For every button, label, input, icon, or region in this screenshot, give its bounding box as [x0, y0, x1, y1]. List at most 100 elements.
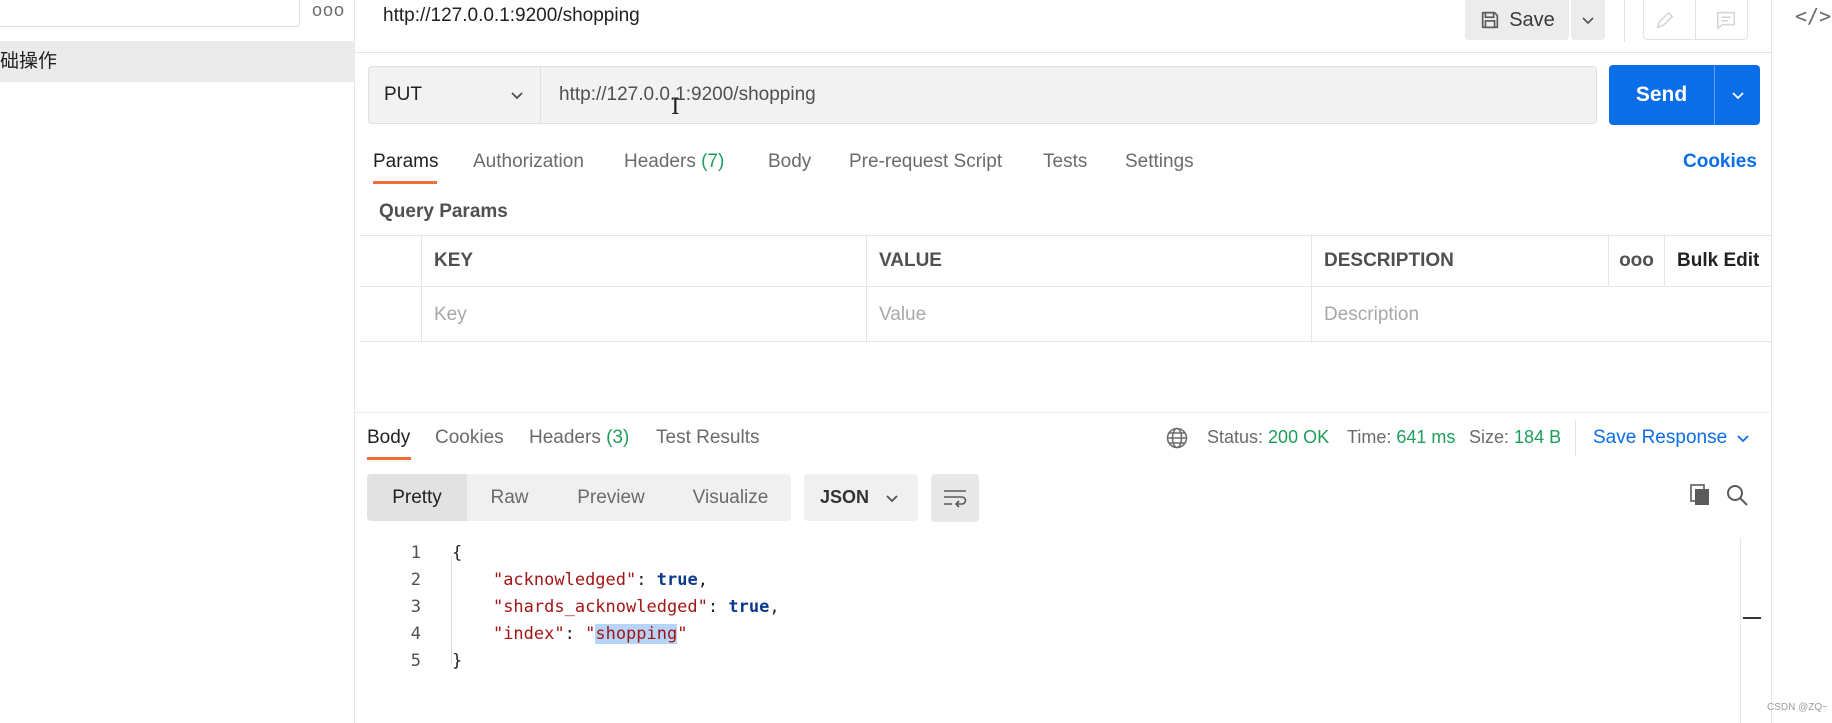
table-checkbox-column: [360, 236, 422, 286]
tab-count: (7): [701, 151, 725, 172]
tab-tests[interactable]: Tests: [1043, 151, 1087, 173]
right-rail: [1771, 0, 1832, 723]
send-button[interactable]: Send: [1609, 65, 1760, 125]
query-params-title: Query Params: [379, 201, 508, 222]
row-checkbox[interactable]: [360, 287, 422, 343]
tab-label: Tests: [1043, 151, 1088, 172]
code-text: "index": "shopping": [492, 624, 688, 644]
status-label: Status:: [1207, 427, 1264, 447]
params-table: KEY VALUE DESCRIPTION ooo Bulk Edit Key …: [360, 235, 1771, 343]
sidebar-item-label: 础操作: [0, 51, 58, 72]
meta-divider: [1575, 420, 1576, 456]
bulk-edit-button[interactable]: Bulk Edit: [1665, 236, 1771, 286]
time-readout: Time: 641 ms: [1347, 427, 1455, 448]
watermark: CSDN @ZQ~: [1767, 702, 1828, 713]
resp-tab-cookies[interactable]: Cookies: [435, 427, 504, 449]
code-text: }: [452, 648, 462, 675]
scrollbar-thumb[interactable]: [1743, 617, 1761, 619]
description-input[interactable]: Description: [1312, 287, 1771, 343]
sidebar-search-input[interactable]: [0, 0, 300, 27]
quote: ": [585, 624, 596, 644]
active-tab-indicator: [373, 181, 437, 184]
json-value: true: [728, 597, 770, 617]
text-cursor-icon: I: [671, 95, 680, 120]
chevron-down-icon: [1737, 435, 1749, 443]
globe-icon[interactable]: [1165, 426, 1189, 450]
size-label: Size:: [1469, 427, 1510, 447]
resp-tab-body[interactable]: Body: [367, 427, 410, 449]
json-value-selected: shopping: [595, 624, 678, 644]
save-response-button[interactable]: Save Response: [1593, 427, 1751, 449]
status-readout: Status: 200 OK: [1207, 427, 1329, 448]
code-text: {: [452, 540, 462, 567]
value-input[interactable]: Value: [867, 287, 1312, 343]
resp-tab-headers[interactable]: Headers (3): [529, 427, 629, 449]
size-value: 184 B: [1514, 427, 1562, 447]
request-edit-toolbar: [1643, 0, 1748, 40]
quote: ": [677, 624, 688, 644]
chevron-down-icon: [886, 494, 898, 502]
tab-pre-request-script[interactable]: Pre-request Script: [849, 151, 1002, 173]
tab-params[interactable]: Params: [373, 151, 438, 173]
header-divider: [1624, 0, 1625, 42]
table-row: Key Value Description: [360, 286, 1771, 343]
chevron-down-icon: [1731, 92, 1744, 100]
code-line: 3 "shards_acknowledged": true,: [355, 594, 1740, 621]
tab-settings[interactable]: Settings: [1125, 151, 1194, 173]
json-key: "acknowledged": [492, 570, 637, 590]
tab-label: Params: [373, 151, 439, 172]
save-button[interactable]: Save: [1465, 0, 1569, 40]
save-dropdown-button[interactable]: [1571, 0, 1605, 40]
request-title: http://127.0.0.1:9200/shopping: [383, 5, 640, 26]
url-input[interactable]: http://127.0.0.1:9200/shopping: [541, 66, 1597, 124]
copy-icon[interactable]: [1688, 483, 1712, 507]
chevron-down-icon: [1582, 17, 1594, 25]
language-select[interactable]: JSON: [804, 474, 918, 521]
method-select[interactable]: PUT: [368, 66, 541, 124]
response-divider: [355, 412, 1771, 413]
format-visualize[interactable]: Visualize: [670, 474, 791, 521]
resp-tab-test-results[interactable]: Test Results: [656, 427, 759, 449]
code-scrollbar[interactable]: [1740, 538, 1762, 723]
tab-label: Authorization: [473, 151, 584, 172]
column-header-description: DESCRIPTION: [1312, 236, 1609, 286]
line-number: 5: [410, 651, 421, 671]
search-icon[interactable]: [1725, 483, 1749, 507]
table-more-icon[interactable]: ooo: [1609, 236, 1665, 286]
pencil-icon[interactable]: [1654, 9, 1676, 31]
sidebar: ooo 础操作: [0, 0, 355, 723]
tab-body[interactable]: Body: [768, 151, 811, 173]
time-value: 641 ms: [1396, 427, 1456, 447]
code-line: 4 "index": "shopping": [355, 621, 1740, 648]
code-text: "acknowledged": true,: [492, 570, 708, 590]
json-key: "index": [492, 624, 565, 644]
line-number: 1: [410, 543, 421, 563]
header-border: [355, 52, 1771, 53]
json-key: "shards_acknowledged": [492, 597, 708, 617]
column-header-key: KEY: [422, 236, 867, 286]
tab-headers[interactable]: Headers (7): [624, 151, 724, 173]
send-dropdown-button[interactable]: [1715, 87, 1760, 103]
code-line: 5 }: [355, 648, 1740, 675]
sidebar-item-folder[interactable]: 础操作: [0, 41, 355, 82]
format-pretty[interactable]: Pretty: [367, 474, 467, 521]
language-value: JSON: [820, 487, 870, 507]
comment-icon[interactable]: [1715, 9, 1737, 31]
json-value: true: [656, 570, 698, 590]
tab-authorization[interactable]: Authorization: [473, 151, 584, 173]
tab-label: Pre-request Script: [849, 151, 1003, 172]
response-body-viewer[interactable]: 1 { 2 "acknowledged": true, 3 "shards_ac…: [355, 540, 1740, 675]
format-raw[interactable]: Raw: [467, 474, 552, 521]
tab-label: Body: [768, 151, 812, 172]
send-button-label: Send: [1635, 83, 1688, 106]
format-preview[interactable]: Preview: [552, 474, 670, 521]
status-value: 200 OK: [1268, 427, 1330, 447]
save-button-label: Save: [1509, 8, 1555, 31]
cookies-link[interactable]: Cookies: [1683, 151, 1757, 173]
key-input[interactable]: Key: [422, 287, 867, 343]
wrap-lines-button[interactable]: [931, 474, 979, 522]
tab-label: Headers: [624, 151, 696, 172]
code-snippet-icon[interactable]: </>: [1795, 4, 1831, 28]
format-tabs: Pretty Raw Preview Visualize: [367, 474, 791, 521]
sidebar-more-icon[interactable]: ooo: [312, 0, 344, 22]
